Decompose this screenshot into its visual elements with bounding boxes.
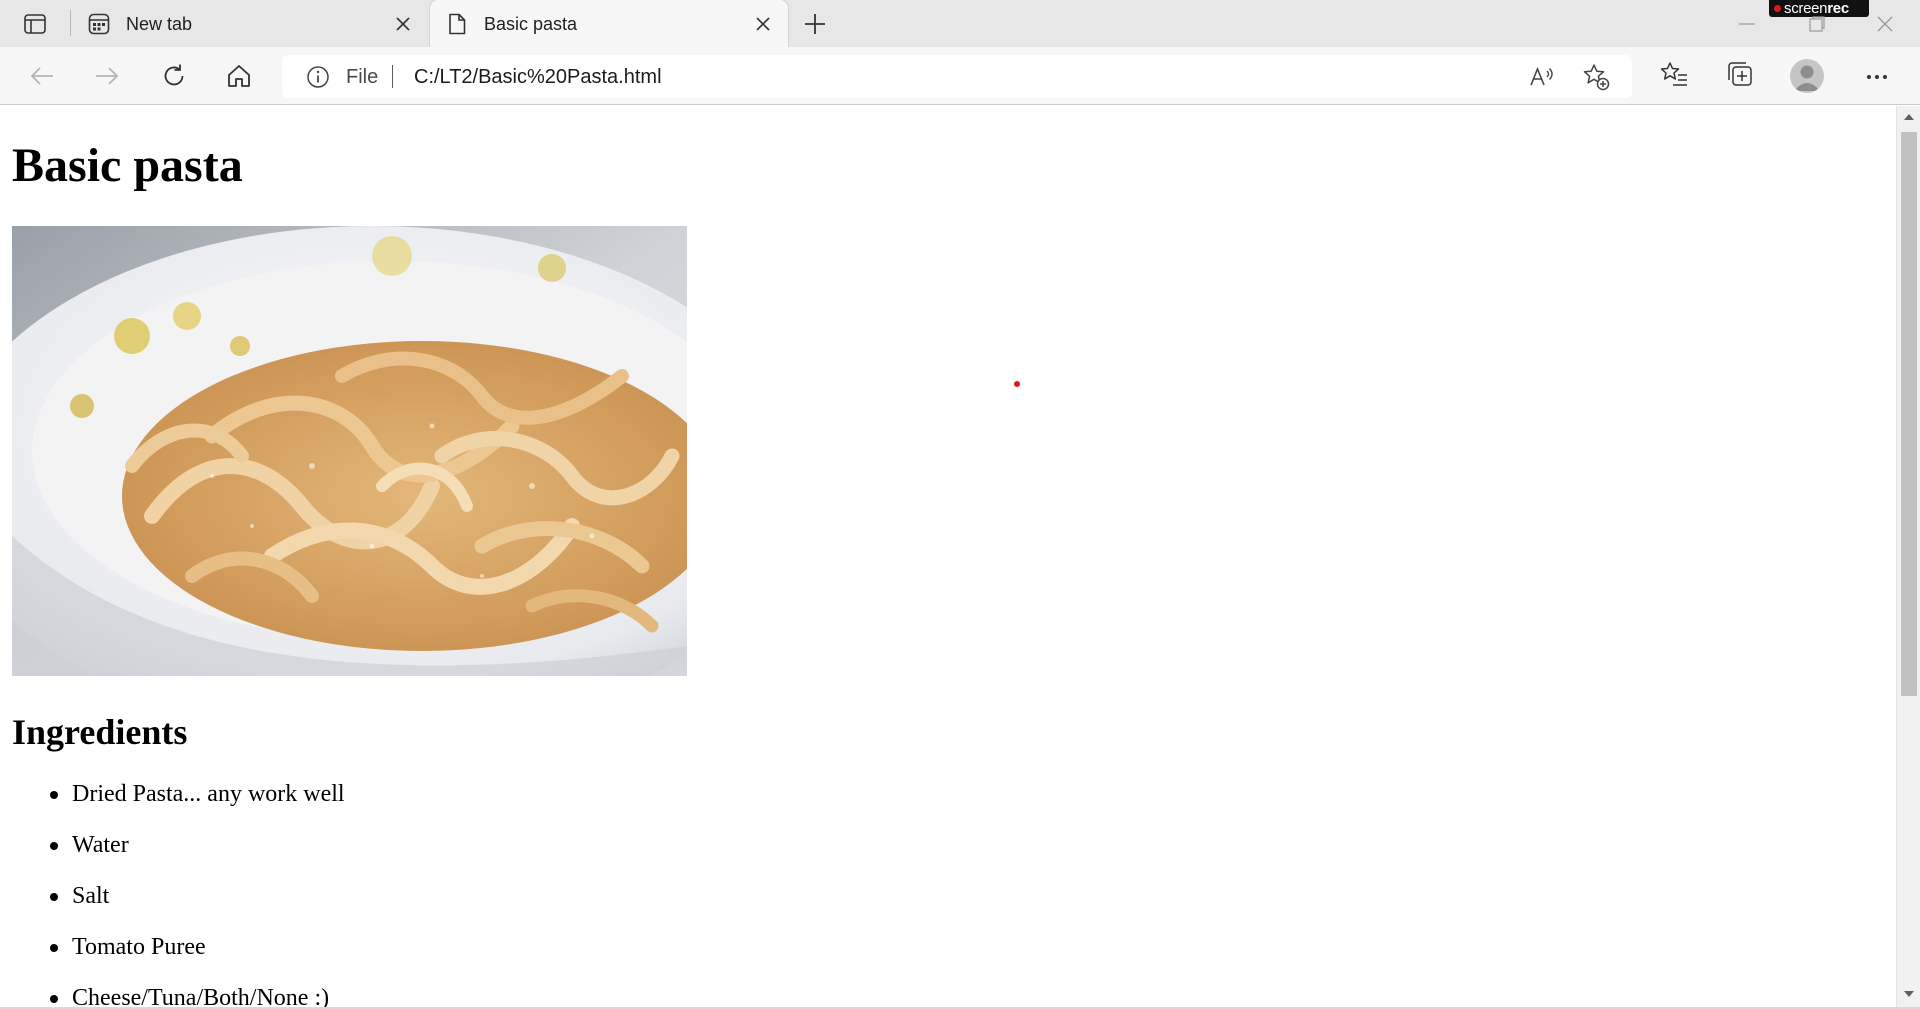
- tab-title: New tab: [126, 14, 193, 34]
- close-tab-icon[interactable]: [392, 13, 414, 35]
- list-item: Cheese/Tuna/Both/None :): [12, 986, 345, 1007]
- ingredients-list: Dried Pasta... any work well Water Salt …: [12, 782, 345, 1007]
- tab-strip: New tab Basic pasta screenrec: [0, 0, 1920, 47]
- profile-avatar[interactable]: [1790, 59, 1824, 93]
- scheme-label: File: [346, 66, 379, 88]
- refresh-button[interactable]: [157, 60, 191, 92]
- document-icon: [446, 13, 468, 35]
- tab-basic-pasta[interactable]: Basic pasta: [430, 0, 788, 47]
- collections-button[interactable]: [1723, 60, 1757, 92]
- forward-button[interactable]: [90, 60, 124, 92]
- scrollbar-thumb[interactable]: [1901, 132, 1917, 696]
- tab-separator: [70, 10, 71, 36]
- more-options-button[interactable]: [1860, 60, 1894, 92]
- tab-title: Basic pasta: [484, 14, 578, 34]
- page-viewport: Basic pasta Ingredients Dried Pasta... a…: [0, 106, 1896, 1007]
- navigation-toolbar: File C:/LT2/Basic%20Pasta.html: [0, 47, 1920, 105]
- close-tab-icon[interactable]: [752, 13, 774, 35]
- list-item: Salt: [12, 884, 345, 935]
- list-item: Tomato Puree: [12, 935, 345, 986]
- more-icon: [1866, 67, 1888, 85]
- collections-icon: [1726, 61, 1754, 92]
- new-tab-button[interactable]: [800, 10, 830, 38]
- new-tab-page-icon: [88, 13, 110, 35]
- back-button[interactable]: [25, 60, 59, 92]
- favorites-icon: [1660, 61, 1688, 92]
- home-button[interactable]: [222, 60, 256, 92]
- scroll-down-arrow-icon[interactable]: [1903, 989, 1915, 999]
- address-divider: [392, 65, 393, 88]
- favorites-button[interactable]: [1657, 60, 1691, 92]
- pasta-image: [12, 226, 687, 676]
- tab-new-tab[interactable]: New tab: [72, 0, 428, 47]
- read-aloud-icon[interactable]: [1528, 64, 1556, 90]
- site-info-icon[interactable]: [306, 65, 330, 89]
- address-bar[interactable]: File C:/LT2/Basic%20Pasta.html: [282, 55, 1632, 98]
- scroll-up-arrow-icon[interactable]: [1903, 112, 1915, 122]
- tab-actions-icon[interactable]: [18, 12, 52, 36]
- cursor-indicator: [1014, 381, 1020, 387]
- add-favorite-icon[interactable]: [1582, 63, 1610, 91]
- url-text[interactable]: C:/LT2/Basic%20Pasta.html: [414, 66, 662, 89]
- restore-button[interactable]: [1802, 10, 1832, 38]
- recording-dot-icon: [1774, 5, 1781, 12]
- minimize-button[interactable]: [1732, 10, 1762, 38]
- close-window-button[interactable]: [1870, 10, 1900, 38]
- list-item: Water: [12, 833, 345, 884]
- profile-icon: [1794, 65, 1820, 91]
- list-item: Dried Pasta... any work well: [12, 782, 345, 833]
- page-title: Basic pasta: [12, 139, 243, 192]
- vertical-scrollbar[interactable]: [1896, 106, 1920, 1007]
- ingredients-heading: Ingredients: [12, 712, 188, 752]
